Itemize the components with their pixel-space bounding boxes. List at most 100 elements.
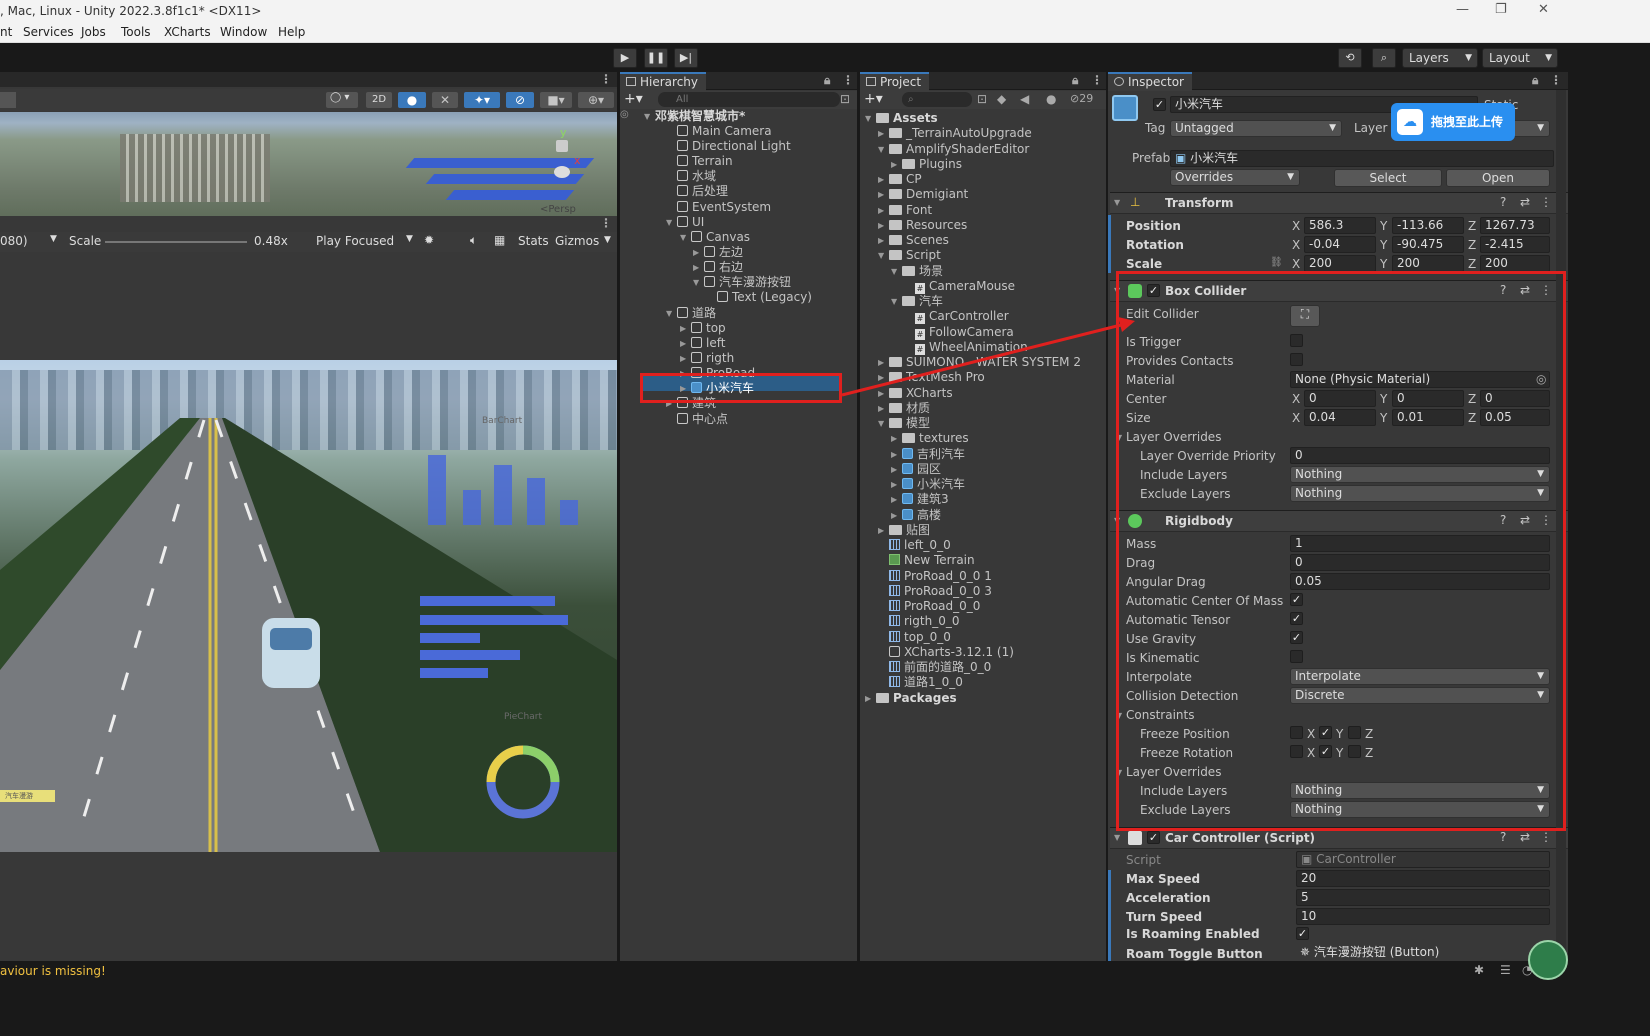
chevron-down-icon[interactable]: ▼ xyxy=(878,416,884,431)
chevron-right-icon[interactable]: ▶ xyxy=(878,401,884,416)
chevron-right-icon[interactable]: ▶ xyxy=(891,492,897,507)
help-icon[interactable]: ? xyxy=(1500,195,1506,209)
chevron-right-icon[interactable]: ▶ xyxy=(878,523,884,538)
project-item[interactable]: ▶ Plugins xyxy=(891,157,962,172)
hidden-count[interactable]: ⊘29 xyxy=(1070,92,1093,105)
chevron-right-icon[interactable]: ▶ xyxy=(891,508,897,523)
scale-x[interactable]: 200 xyxy=(1304,255,1376,272)
tree-item[interactable]: ▼ UI xyxy=(666,215,704,230)
gizmos-dropdown[interactable]: Gizmos xyxy=(555,234,599,248)
layers-dropdown[interactable]: Layers ▼ xyxy=(1402,48,1478,68)
select-button[interactable]: Select xyxy=(1334,169,1442,187)
help-icon[interactable]: ? xyxy=(1500,830,1506,844)
game-menu-icon[interactable]: ⋮ xyxy=(600,216,612,230)
chevron-right-icon[interactable]: ▶ xyxy=(878,203,884,218)
tree-item[interactable]: ▶ 右边 xyxy=(693,260,743,275)
maximize-icon[interactable]: ❐ xyxy=(1495,2,1507,17)
component-menu-icon[interactable]: ⋮ xyxy=(1540,830,1552,844)
scale-z[interactable]: 200 xyxy=(1480,255,1550,272)
play-focused-dropdown[interactable]: Play Focused ▼ xyxy=(316,234,416,248)
project-item[interactable]: ▼ AmplifyShaderEditor xyxy=(878,142,1029,157)
car-controller-enabled-checkbox[interactable]: ✓ xyxy=(1147,831,1160,844)
scale-y[interactable]: 200 xyxy=(1392,255,1464,272)
tree-item[interactable]: Terrain xyxy=(677,154,733,169)
eye-icon[interactable]: ◎ xyxy=(620,109,629,120)
camera-icon[interactable]: ■▾ xyxy=(540,92,572,108)
active-checkbox[interactable]: ✓ xyxy=(1153,98,1166,111)
shading-dropdown[interactable]: ◯ ▾ xyxy=(326,92,358,108)
tab-hierarchy[interactable]: Hierarchy xyxy=(620,72,707,91)
chevron-right-icon[interactable]: ▶ xyxy=(878,233,884,248)
bug-icon[interactable]: ✹ xyxy=(424,233,434,247)
project-item[interactable]: ▶ 小米汽车 xyxy=(891,477,965,492)
project-item[interactable]: ▼ Script xyxy=(878,248,941,263)
visibility-icon[interactable]: ⊘ xyxy=(506,92,534,108)
chevron-right-icon[interactable]: ▶ xyxy=(878,187,884,202)
roaming-enabled-checkbox[interactable]: ✓ xyxy=(1296,927,1309,940)
gizmo-icon[interactable]: ⊕▾ xyxy=(578,92,614,108)
tree-item[interactable]: ▶ left xyxy=(680,336,725,351)
project-item[interactable]: 道路1_0_0 xyxy=(889,675,963,690)
project-item[interactable]: ▶ CP xyxy=(878,172,922,187)
rotation-x[interactable]: -0.04 xyxy=(1304,236,1376,253)
tree-item-scene[interactable]: ▼ 邓紫棋智慧城市* xyxy=(644,109,745,124)
prefab-field[interactable]: ▣ 小米汽车 xyxy=(1170,150,1554,167)
scene-view[interactable]: ⋮ ◯ ▾ 2D ● ✕ ✦▾ ⊘ ■▾ ⊕▾ y x <Persp xyxy=(0,72,617,222)
project-search-input[interactable]: ⌕ xyxy=(902,92,972,107)
project-item[interactable]: ▶ 吉利汽车 xyxy=(891,447,965,462)
tree-item[interactable]: EventSystem xyxy=(677,200,771,215)
project-item[interactable]: # CameraMouse xyxy=(915,279,1015,294)
type-icon[interactable]: ◆ xyxy=(997,92,1006,106)
upload-badge[interactable]: ☁ 拖拽至此上传 xyxy=(1391,103,1515,141)
position-y[interactable]: -113.66 xyxy=(1392,217,1464,234)
chevron-right-icon[interactable]: ▶ xyxy=(865,691,871,706)
tab-inspector[interactable]: Inspector xyxy=(1108,72,1192,91)
chevron-right-icon[interactable]: ▶ xyxy=(891,447,897,462)
open-button[interactable]: Open xyxy=(1446,169,1550,187)
turn-speed-input[interactable]: 10 xyxy=(1296,908,1550,925)
component-menu-icon[interactable]: ⋮ xyxy=(1540,195,1552,209)
rotation-y[interactable]: -90.475 xyxy=(1392,236,1464,253)
chevron-right-icon[interactable]: ▶ xyxy=(891,462,897,477)
roam-button[interactable]: 汽车漫游 xyxy=(0,790,55,802)
add-icon[interactable]: +▾ xyxy=(864,91,883,107)
menu-tools[interactable]: Tools xyxy=(121,25,151,39)
project-item[interactable]: ProRoad_0_0 3 xyxy=(889,584,992,599)
project-item[interactable]: ▶ 高楼 xyxy=(891,508,941,523)
project-item[interactable]: ▼ Assets xyxy=(865,111,938,126)
menu-services[interactable]: Services xyxy=(23,25,74,39)
rotation-z[interactable]: -2.415 xyxy=(1480,236,1550,253)
history-icon[interactable]: ⟲ xyxy=(1338,48,1362,68)
settings-icon[interactable]: ⇄ xyxy=(1520,830,1530,844)
project-item[interactable]: ProRoad_0_0 xyxy=(889,599,980,614)
tree-item[interactable]: Directional Light xyxy=(677,139,791,154)
menu-window[interactable]: Window xyxy=(220,25,267,39)
project-item[interactable]: rigth_0_0 xyxy=(889,614,959,629)
close-icon[interactable]: ✕ xyxy=(1538,2,1549,17)
project-item[interactable]: top_0_0 xyxy=(889,630,951,645)
mode-2d-button[interactable]: 2D xyxy=(366,92,392,108)
search-icon[interactable]: ⌕ xyxy=(1372,48,1396,68)
project-item[interactable]: XCharts-3.12.1 (1) xyxy=(889,645,1014,660)
tree-item[interactable]: ▶ rigth xyxy=(680,351,734,366)
hierarchy-search-input[interactable]: All xyxy=(658,92,840,107)
tree-item[interactable]: ▶ 左边 xyxy=(693,245,743,260)
project-item[interactable]: ▶ 建筑3 xyxy=(891,492,949,507)
project-item[interactable]: ▼ 模型 xyxy=(878,416,930,431)
project-item[interactable]: ▶ Scenes xyxy=(878,233,949,248)
project-item[interactable]: ▶ 贴图 xyxy=(878,523,930,538)
tree-item[interactable]: 后处理 xyxy=(677,184,728,199)
position-z[interactable]: 1267.73 xyxy=(1480,217,1550,234)
chevron-down-icon[interactable]: ▼ xyxy=(891,294,897,309)
tree-item[interactable]: Text (Legacy) xyxy=(717,290,812,305)
inspector-menu-icon[interactable]: ⋮ xyxy=(1550,73,1562,87)
menu-help[interactable]: Help xyxy=(278,25,305,39)
project-item[interactable]: 前面的道路_0_0 xyxy=(889,660,991,675)
chevron-right-icon[interactable]: ▶ xyxy=(891,157,897,172)
project-item[interactable]: ▶ 园区 xyxy=(891,462,941,477)
debug-icon[interactable]: ✱ xyxy=(1474,963,1484,977)
project-item[interactable]: ▶ Demigiant xyxy=(878,187,968,202)
console-message[interactable]: aviour is missing! xyxy=(0,964,106,978)
tree-item[interactable]: 中心点 xyxy=(677,412,728,427)
max-speed-input[interactable]: 20 xyxy=(1296,870,1550,887)
